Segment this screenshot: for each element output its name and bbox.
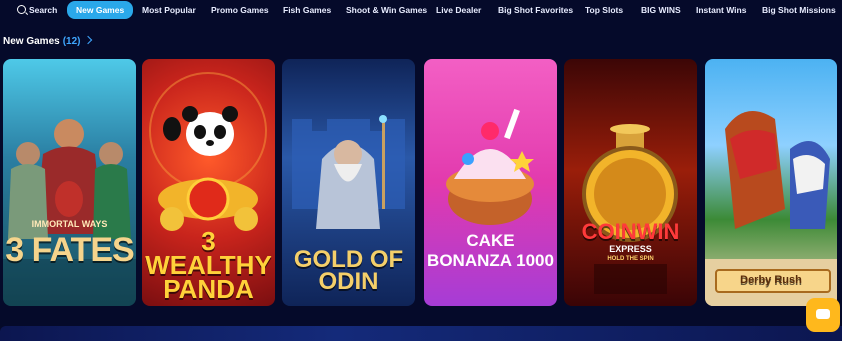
search-icon bbox=[17, 5, 26, 14]
section-count: (12) bbox=[62, 36, 81, 47]
game-title: GOLD OF ODIN bbox=[293, 246, 404, 295]
game-tile-3-wealthy-panda[interactable]: 3 WEALTHY PANDA bbox=[142, 59, 275, 306]
nav-item-new-games[interactable]: New Games bbox=[67, 1, 134, 19]
nav-item-big-wins[interactable]: BIG WINS bbox=[641, 3, 681, 17]
game-title: COINWIN bbox=[581, 219, 680, 244]
game-tagline: HOLD THE SPIN bbox=[607, 256, 654, 262]
game-title: 3 FATES bbox=[5, 231, 134, 269]
game-art bbox=[564, 59, 697, 306]
nav-item-most-popular[interactable]: Most Popular bbox=[142, 3, 196, 17]
game-tile-gold-of-odin[interactable]: GOLD OF ODIN bbox=[282, 59, 415, 306]
chat-icon bbox=[816, 309, 830, 319]
nav-item-instant-wins[interactable]: Instant Wins bbox=[696, 3, 746, 17]
nav-item-big-shot-favorites[interactable]: Big Shot Favorites bbox=[498, 3, 573, 17]
nav-item-fish-games[interactable]: Fish Games bbox=[283, 3, 331, 17]
nav-item-search[interactable]: Search bbox=[17, 3, 57, 17]
game-subtitle: IMMORTAL WAYS bbox=[31, 219, 108, 229]
chat-button[interactable] bbox=[806, 298, 840, 332]
section-title: New Games bbox=[3, 36, 60, 47]
game-tile-derby-rush[interactable]: Derby Rush bbox=[705, 59, 837, 306]
game-title: 3 WEALTHY PANDA bbox=[145, 226, 272, 304]
game-tile-cake-bonanza[interactable]: CAKE BONANZA 1000 bbox=[424, 59, 557, 306]
game-title: Derby Rush bbox=[740, 274, 802, 286]
nav-item-promo-games[interactable]: Promo Games bbox=[211, 3, 269, 17]
section-header[interactable]: New Games (12) bbox=[3, 35, 92, 47]
nav-item-shoot-win-games[interactable]: Shoot & Win Games bbox=[346, 3, 427, 17]
chevron-right-icon bbox=[83, 35, 92, 45]
category-nav: Search New Games Most Popular Promo Game… bbox=[0, 0, 842, 20]
nav-item-big-shot-missions[interactable]: Big Shot Missions bbox=[762, 3, 836, 17]
promo-banner[interactable] bbox=[0, 326, 842, 341]
game-tile-3-fates[interactable]: IMMORTAL WAYS 3 FATES bbox=[3, 59, 136, 306]
game-title: CAKE BONANZA 1000 bbox=[427, 231, 554, 270]
nav-item-top-slots[interactable]: Top Slots bbox=[585, 3, 623, 17]
game-tile-coinwin-express[interactable]: COINWIN EXPRESS HOLD THE SPIN bbox=[564, 59, 697, 306]
nav-item-live-dealer[interactable]: Live Dealer bbox=[436, 3, 481, 17]
game-subtitle: EXPRESS bbox=[609, 244, 652, 254]
